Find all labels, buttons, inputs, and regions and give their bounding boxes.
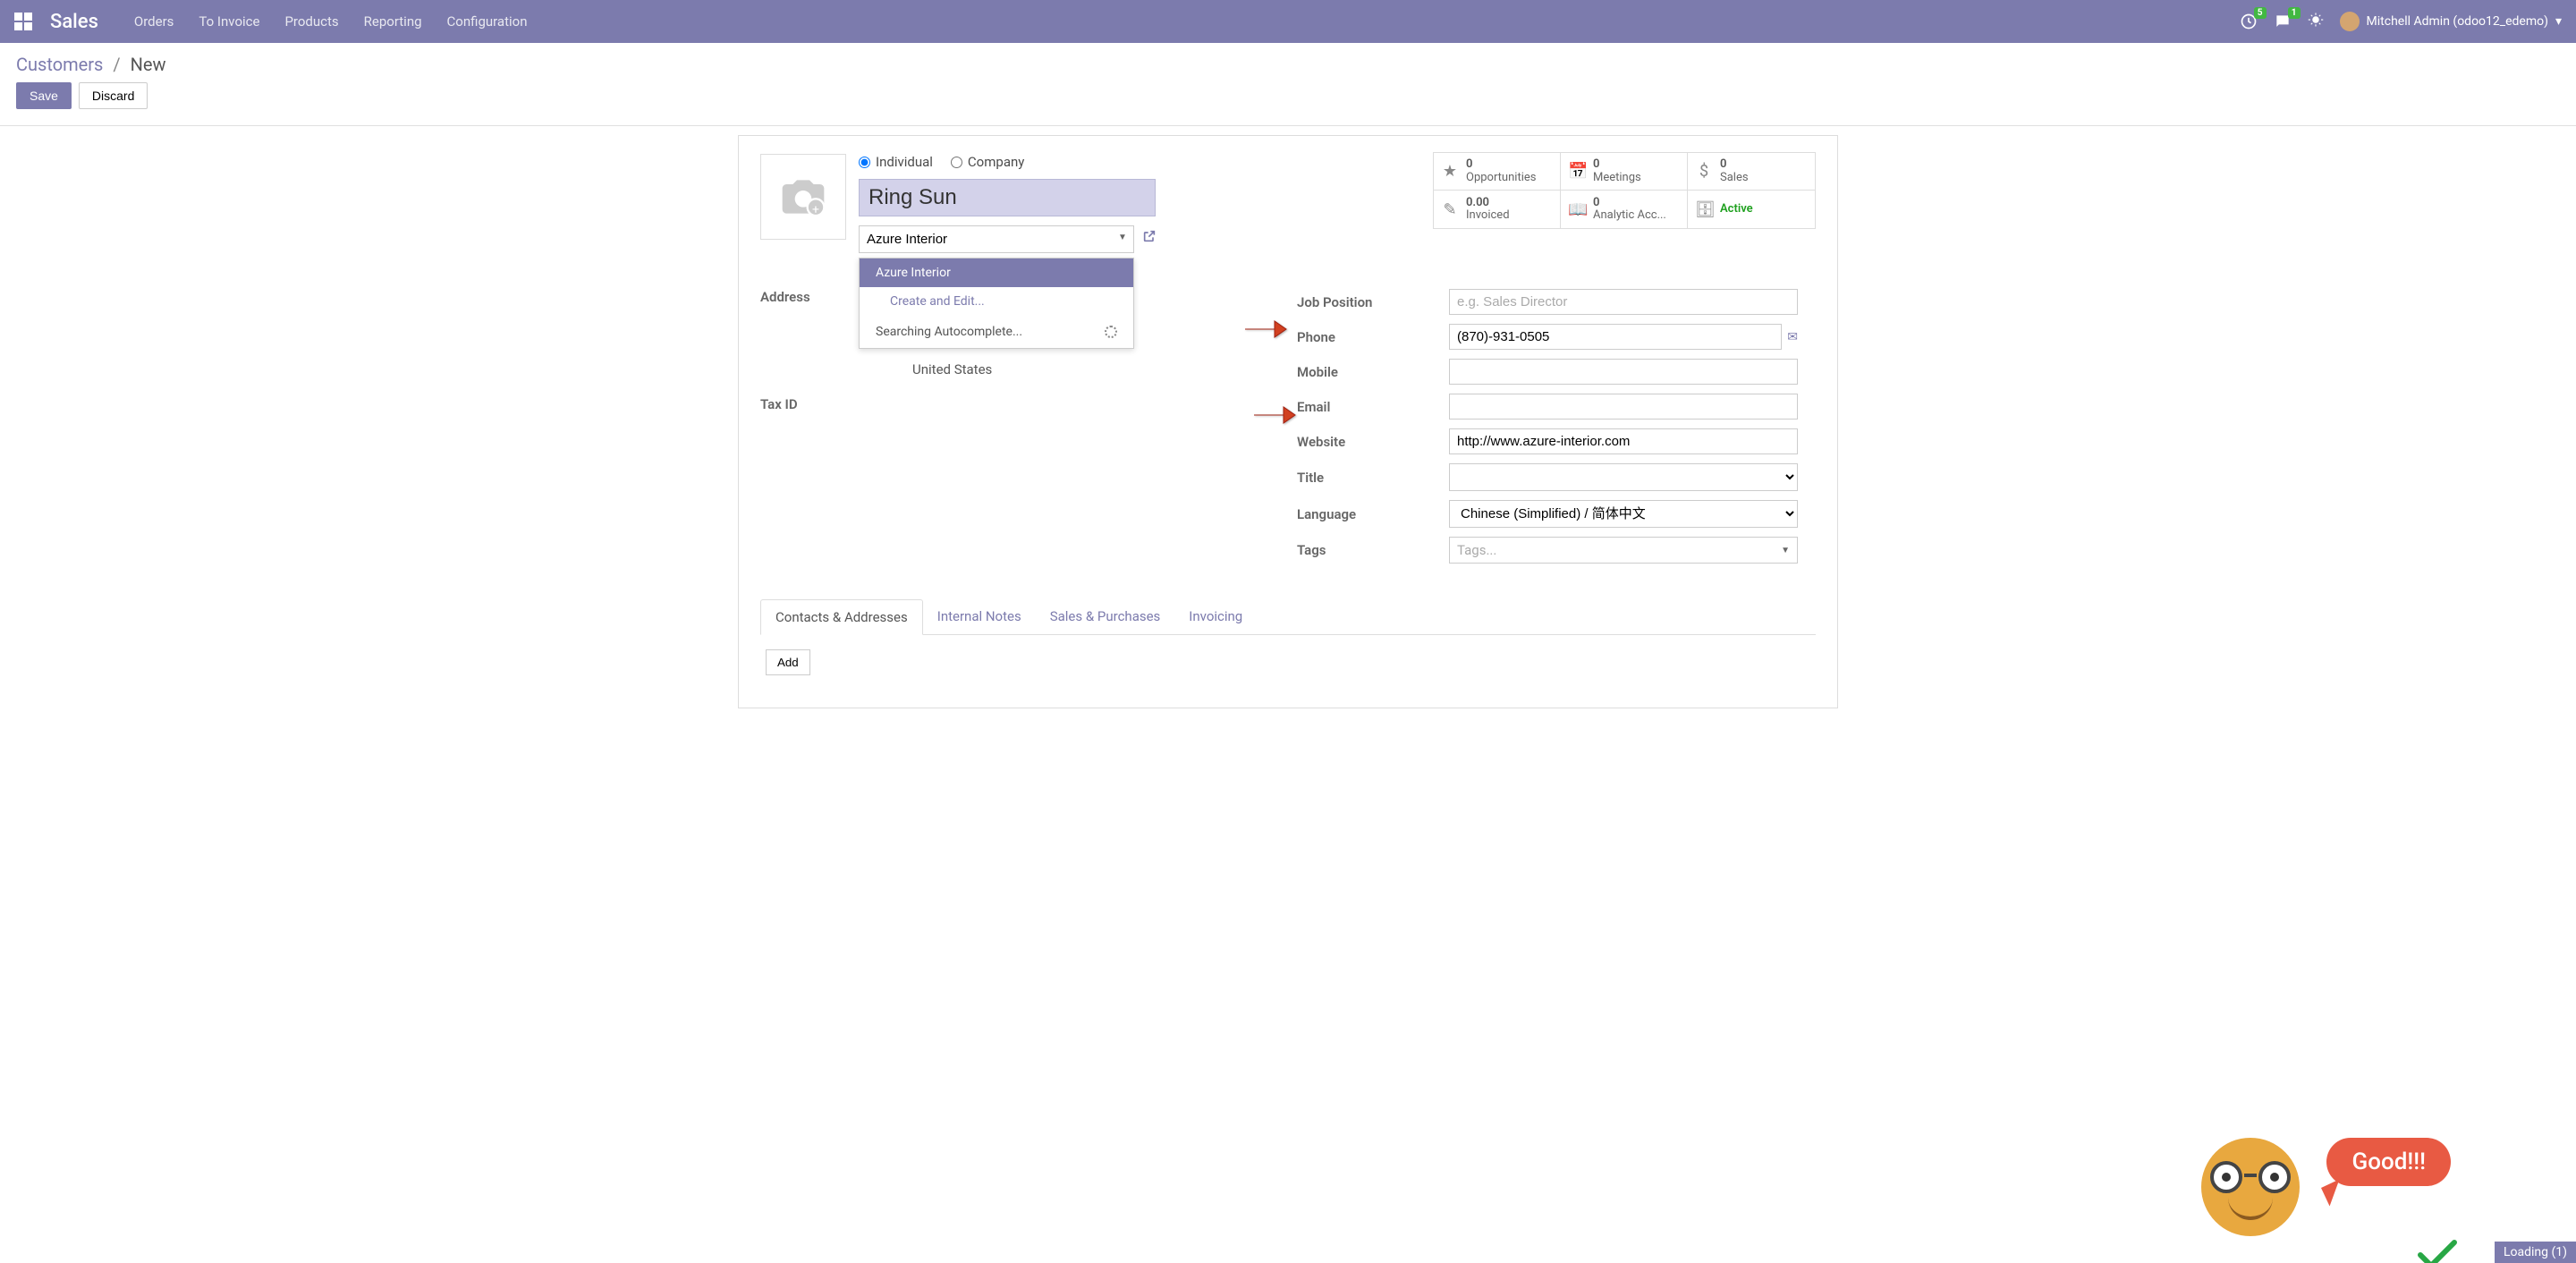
company-input[interactable] (859, 225, 1134, 253)
job-position-input[interactable] (1449, 289, 1798, 315)
breadcrumb: Customers / New (16, 54, 2560, 75)
nav-to-invoice[interactable]: To Invoice (199, 13, 259, 30)
radio-individual[interactable]: Individual (859, 154, 933, 170)
discuss-badge: 1 (2288, 7, 2301, 19)
good-overlay: Good!!! (2201, 1138, 2451, 1236)
label-phone: Phone (1297, 329, 1449, 345)
nav-menu: Orders To Invoice Products Reporting Con… (134, 13, 2240, 30)
check-icon (2415, 1234, 2460, 1263)
label-website: Website (1297, 434, 1449, 450)
language-select[interactable]: Chinese (Simplified) / 简体中文 (1449, 500, 1798, 528)
dropdown-item-azure[interactable]: Azure Interior (860, 259, 1133, 287)
apps-icon[interactable] (14, 13, 32, 30)
tab-sales-purchases[interactable]: Sales & Purchases (1036, 599, 1175, 634)
book-icon: 📖 (1568, 200, 1586, 219)
archive-icon: 🗄 (1695, 200, 1713, 219)
label-tax-id: Tax ID (760, 396, 912, 412)
label-language: Language (1297, 506, 1449, 522)
nav-orders[interactable]: Orders (134, 13, 174, 30)
breadcrumb-sep: / (113, 54, 120, 75)
nav-configuration[interactable]: Configuration (447, 13, 528, 30)
email-input[interactable] (1449, 394, 1798, 420)
discuss-icon[interactable]: 1 (2274, 13, 2292, 30)
title-select[interactable] (1449, 463, 1798, 491)
sms-icon[interactable]: ✉ (1787, 330, 1798, 344)
brand-title[interactable]: Sales (50, 11, 98, 33)
nav-products[interactable]: Products (284, 13, 338, 30)
control-panel: Customers / New Save Discard (0, 43, 2576, 116)
tab-invoicing[interactable]: Invoicing (1174, 599, 1257, 634)
dropdown-searching: Searching Autocomplete... (860, 316, 1133, 348)
user-name: Mitchell Admin (odoo12_edemo) (2367, 14, 2548, 29)
discard-button[interactable]: Discard (79, 82, 148, 109)
label-email: Email (1297, 399, 1449, 415)
address-country: United States (912, 359, 1279, 380)
calendar-icon: 📅 (1568, 162, 1586, 181)
add-button[interactable]: Add (766, 649, 810, 675)
mobile-input[interactable] (1449, 359, 1798, 385)
form-sheet: ★ 0Opportunities 📅 0Meetings $ 0Sales ✎ … (738, 135, 1838, 708)
stat-sales[interactable]: $ 0Sales (1688, 153, 1815, 191)
stat-meetings[interactable]: 📅 0Meetings (1561, 153, 1688, 191)
image-upload[interactable]: + (760, 154, 846, 240)
tab-contacts[interactable]: Contacts & Addresses (760, 599, 923, 635)
stat-invoiced[interactable]: ✎ 0.00Invoiced (1434, 191, 1561, 228)
stat-opportunities[interactable]: ★ 0Opportunities (1434, 153, 1561, 191)
avatar-icon (2340, 12, 2360, 31)
label-title: Title (1297, 470, 1449, 486)
activity-icon[interactable]: 5 (2240, 13, 2258, 30)
stat-buttons: ★ 0Opportunities 📅 0Meetings $ 0Sales ✎ … (1433, 152, 1816, 229)
dropdown-create-edit[interactable]: Create and Edit... (860, 287, 1133, 316)
company-dropdown: Azure Interior Create and Edit... Search… (859, 258, 1134, 349)
stat-analytic[interactable]: 📖 0Analytic Acc... (1561, 191, 1688, 228)
arrow-website-icon (1252, 402, 1297, 436)
activity-badge: 5 (2254, 7, 2267, 19)
label-mobile: Mobile (1297, 364, 1449, 380)
external-link-icon[interactable] (1142, 230, 1157, 247)
star-icon: ★ (1441, 162, 1459, 181)
debug-icon[interactable] (2308, 12, 2324, 31)
notebook-tabs: Contacts & Addresses Internal Notes Sale… (760, 599, 1816, 635)
breadcrumb-root[interactable]: Customers (16, 54, 103, 75)
nav-reporting[interactable]: Reporting (364, 13, 422, 30)
name-input[interactable] (859, 179, 1156, 216)
phone-input[interactable] (1449, 324, 1782, 350)
website-input[interactable] (1449, 428, 1798, 454)
dollar-icon: $ (1695, 162, 1713, 181)
save-button[interactable]: Save (16, 82, 72, 109)
breadcrumb-current: New (131, 54, 166, 75)
chevron-down-icon: ▾ (2555, 14, 2562, 29)
speech-bubble: Good!!! (2326, 1138, 2451, 1186)
svg-text:+: + (812, 203, 819, 217)
loading-indicator: Loading (1) (2495, 1242, 2576, 1263)
radio-company[interactable]: Company (951, 154, 1024, 170)
tags-input[interactable]: Tags... ▼ (1449, 537, 1798, 564)
label-job-position: Job Position (1297, 294, 1449, 310)
spinner-icon (1105, 326, 1117, 338)
navbar: Sales Orders To Invoice Products Reporti… (0, 0, 2576, 43)
label-tags: Tags (1297, 542, 1449, 558)
tab-internal-notes[interactable]: Internal Notes (923, 599, 1036, 634)
arrow-phone-icon (1243, 316, 1288, 350)
stat-active[interactable]: 🗄 Active (1688, 191, 1815, 228)
chevron-down-icon: ▼ (1781, 546, 1790, 555)
emoji-face-icon (2201, 1138, 2300, 1236)
pencil-icon: ✎ (1441, 200, 1459, 219)
user-menu[interactable]: Mitchell Admin (odoo12_edemo) ▾ (2340, 12, 2562, 31)
